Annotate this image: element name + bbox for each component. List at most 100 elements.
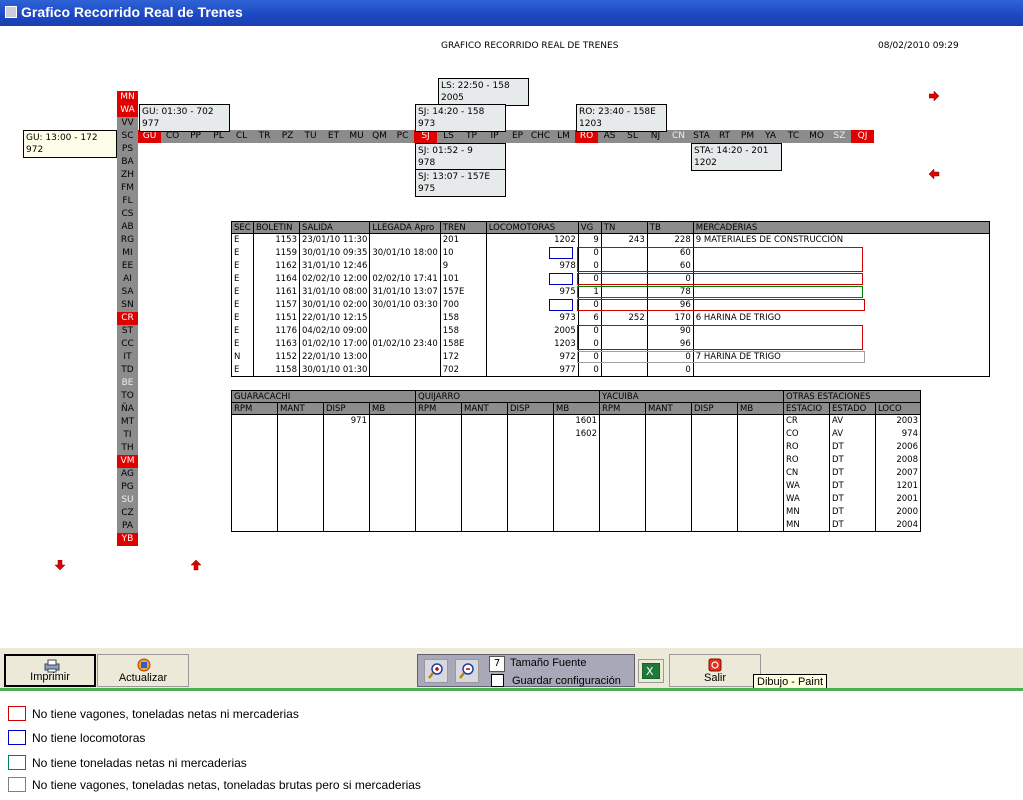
excel-button[interactable]: X [638, 659, 664, 683]
vertical-station-cell[interactable]: BE [117, 377, 138, 390]
vertical-station-cell[interactable]: SC [117, 130, 138, 143]
horizontal-station-cell[interactable]: CL [230, 130, 253, 143]
horizontal-station-cell[interactable]: MU [345, 130, 368, 143]
vertical-station-cell[interactable]: TO [117, 390, 138, 403]
horizontal-station-cell[interactable]: CN [667, 130, 690, 143]
table-cell [553, 453, 600, 467]
horizontal-station-cell[interactable]: ET [322, 130, 345, 143]
horizontal-station-cell[interactable]: QJ [851, 130, 874, 143]
table-row[interactable]: CN DT 2007 [231, 466, 921, 480]
train-box[interactable]: STA: 14:20 - 201 1202 [691, 143, 782, 171]
vertical-station-cell[interactable]: PA [117, 520, 138, 533]
horizontal-station-cell[interactable]: PC [391, 130, 414, 143]
exit-button[interactable]: Salir [669, 654, 761, 687]
vertical-station-cell[interactable]: WA [117, 104, 138, 117]
zoom-out-button[interactable] [455, 659, 479, 683]
table-cell: MN [783, 505, 830, 519]
vertical-station-cell[interactable]: AB [117, 221, 138, 234]
train-box[interactable]: GU: 13:00 - 172 972 [23, 130, 117, 158]
table-row[interactable]: WA DT 1201 [231, 479, 921, 493]
horizontal-station-cell[interactable]: MO [805, 130, 828, 143]
vertical-station-cell[interactable]: ST [117, 325, 138, 338]
save-config-checkbox[interactable] [491, 674, 504, 687]
table-cell: 1203 [485, 337, 579, 351]
table-row[interactable]: RO DT 2008 [231, 453, 921, 467]
vertical-station-cell[interactable]: TI [117, 429, 138, 442]
horizontal-station-cell[interactable]: TC [782, 130, 805, 143]
table-cell [553, 466, 600, 480]
arrow-right-icon[interactable] [928, 90, 940, 105]
table-cell [415, 505, 462, 519]
table-row[interactable]: E 1153 23/01/10 11:30 201 1202 9 243 228 9 MATER… [231, 233, 991, 247]
table-cell: 2004 [875, 518, 921, 532]
vertical-station-cell[interactable]: ÑA [117, 403, 138, 416]
arrow-left-icon[interactable] [928, 168, 940, 183]
vertical-station-cell[interactable]: PS [117, 143, 138, 156]
vertical-station-cell[interactable]: VM [117, 455, 138, 468]
horizontal-station-cell[interactable]: EP [506, 130, 529, 143]
train-box[interactable]: SJ: 01:52 - 9 978 [415, 143, 506, 171]
table-row[interactable]: RO DT 2006 [231, 440, 921, 454]
horizontal-station-cell[interactable]: CHC [529, 130, 552, 143]
vertical-station-cell[interactable]: EE [117, 260, 138, 273]
arrow-down-icon[interactable] [54, 559, 66, 574]
table-cell: DT [829, 440, 876, 454]
vertical-station-cell[interactable]: MN [117, 91, 138, 104]
vertical-station-cell[interactable]: SA [117, 286, 138, 299]
horizontal-station-cell[interactable]: STA [690, 130, 713, 143]
vertical-station-cell[interactable]: MI [117, 247, 138, 260]
vertical-station-cell[interactable]: ZH [117, 169, 138, 182]
vertical-station-cell[interactable]: BA [117, 156, 138, 169]
train-box-route: GU: 01:30 - 702 [142, 107, 214, 117]
refresh-button[interactable]: Actualizar [97, 654, 189, 687]
table-row[interactable]: 1602 CO AV 974 [231, 427, 921, 441]
vertical-station-cell[interactable]: TH [117, 442, 138, 455]
vertical-station-cell[interactable]: CC [117, 338, 138, 351]
table-row[interactable]: E 1158 30/01/10 01:30 702 977 0 0 [231, 363, 991, 377]
table-row[interactable]: MN DT 2000 [231, 505, 921, 519]
train-box[interactable]: RO: 23:40 - 158E 1203 [576, 104, 667, 132]
table-row[interactable]: WA DT 2001 [231, 492, 921, 506]
horizontal-station-cell[interactable]: PM [736, 130, 759, 143]
horizontal-station-cell[interactable]: TU [299, 130, 322, 143]
horizontal-station-cell[interactable]: TR [253, 130, 276, 143]
train-box[interactable]: SJ: 13:07 - 157E 975 [415, 169, 506, 197]
col-header: MB [553, 402, 600, 415]
horizontal-station-cell[interactable]: LM [552, 130, 575, 143]
train-box[interactable]: LS: 22:50 - 158 2005 [438, 78, 529, 106]
vertical-station-cell[interactable]: AG [117, 468, 138, 481]
vertical-station-cell[interactable]: VV [117, 117, 138, 130]
vertical-station-cell[interactable]: IT [117, 351, 138, 364]
table-row[interactable]: E 1151 22/01/10 12:15 158 973 6 252 170 6 HARINA… [231, 311, 991, 325]
table-row[interactable]: 971 1601 CR AV 2003 [231, 414, 921, 428]
vertical-station-cell[interactable]: FL [117, 195, 138, 208]
horizontal-station-cell[interactable]: RT [713, 130, 736, 143]
train-box[interactable]: SJ: 14:20 - 158 973 [415, 104, 506, 132]
horizontal-station-cell[interactable]: YA [759, 130, 782, 143]
arrow-up-icon[interactable] [190, 559, 202, 574]
horizontal-station-cell[interactable]: PZ [276, 130, 299, 143]
vertical-station-cell[interactable]: AI [117, 273, 138, 286]
vertical-station-cell[interactable]: CZ [117, 507, 138, 520]
train-box-route: LS: 22:50 - 158 [441, 81, 510, 91]
table-cell: 158 [439, 311, 487, 325]
vertical-station-cell[interactable]: RG [117, 234, 138, 247]
vertical-station-cell[interactable]: MT [117, 416, 138, 429]
vertical-station-cell[interactable]: TD [117, 364, 138, 377]
train-box[interactable]: GU: 01:30 - 702 977 [139, 104, 230, 132]
horizontal-station-cell[interactable]: SZ [828, 130, 851, 143]
print-button[interactable]: Imprimir [4, 654, 96, 687]
table-cell: 22/01/10 12:15 [298, 311, 371, 325]
table-cell: 2005 [485, 324, 579, 338]
vertical-station-cell[interactable]: PG [117, 481, 138, 494]
vertical-station-cell[interactable]: SU [117, 494, 138, 507]
vertical-station-cell[interactable]: FM [117, 182, 138, 195]
horizontal-station-cell[interactable]: QM [368, 130, 391, 143]
vertical-station-cell[interactable]: SN [117, 299, 138, 312]
zoom-in-button[interactable] [424, 659, 448, 683]
font-size-input[interactable]: 7 [489, 656, 505, 672]
vertical-station-cell[interactable]: YB [117, 533, 138, 546]
table-row[interactable]: MN DT 2004 [231, 518, 921, 532]
vertical-station-cell[interactable]: CS [117, 208, 138, 221]
vertical-station-cell[interactable]: CR [117, 312, 138, 325]
